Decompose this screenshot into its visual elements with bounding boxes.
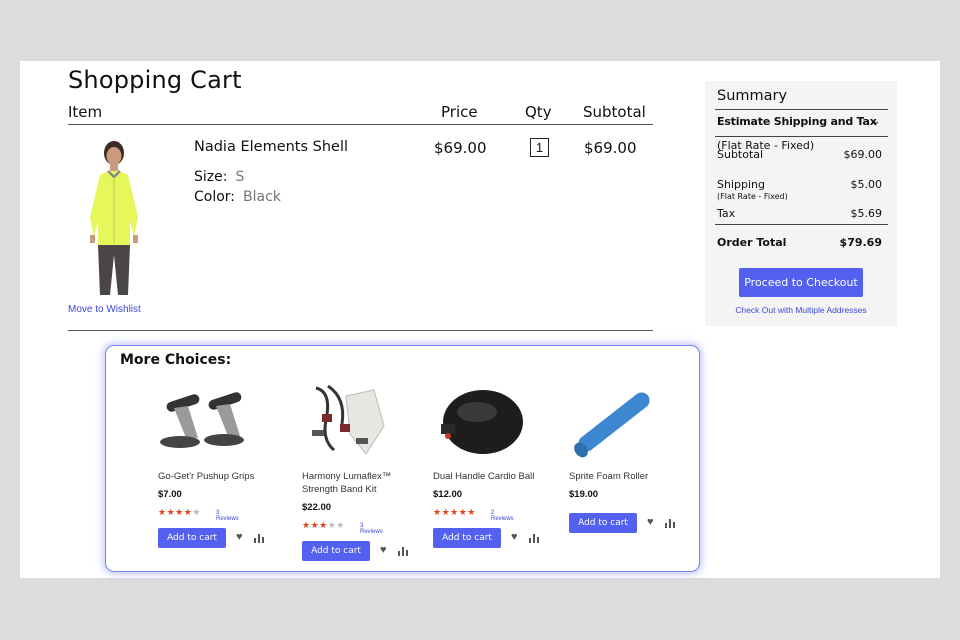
more-choices-panel: More Choices: Go-Get'r Pushup Grips $7.0… bbox=[105, 345, 700, 572]
reviews-link[interactable]: 2 Reviews bbox=[491, 510, 514, 522]
compare-icon[interactable] bbox=[254, 533, 264, 543]
product-image[interactable] bbox=[76, 137, 152, 297]
product-name[interactable]: Nadia Elements Shell bbox=[194, 139, 348, 155]
heart-icon[interactable]: ♥ bbox=[236, 531, 243, 543]
add-to-cart-button[interactable]: Add to cart bbox=[569, 513, 637, 533]
heart-icon[interactable]: ♥ bbox=[511, 531, 518, 543]
product-card-price: $7.00 bbox=[158, 489, 182, 500]
color-label: Color: bbox=[194, 189, 236, 205]
header-item: Item bbox=[68, 103, 103, 121]
tax-value: $5.69 bbox=[850, 207, 883, 220]
cart-divider bbox=[68, 330, 653, 331]
product-card-price: $22.00 bbox=[302, 502, 332, 513]
color-value: Black bbox=[243, 189, 281, 205]
product-card-name[interactable]: Dual Handle Cardio Ball bbox=[433, 470, 553, 483]
shipping-label: Shipping bbox=[717, 178, 765, 191]
estimate-shipping-toggle[interactable]: Estimate Shipping and Tax bbox=[717, 115, 877, 128]
subtotal-value: $69.00 bbox=[843, 148, 883, 161]
product-card-name[interactable]: Harmony Lumaflex™ Strength Band Kit bbox=[302, 470, 422, 496]
product-card-name[interactable]: Sprite Foam Roller bbox=[569, 470, 689, 483]
product-card-price: $19.00 bbox=[569, 489, 599, 500]
shipping-note: (Flat Rate - Fixed) bbox=[717, 192, 788, 201]
summary-divider bbox=[715, 224, 888, 225]
subtotal-label: Subtotal bbox=[717, 148, 764, 161]
shipping-value: $5.00 bbox=[850, 178, 883, 191]
summary-divider bbox=[715, 136, 888, 137]
rating-stars: ★★★★★ bbox=[433, 507, 476, 517]
summary-title: Summary bbox=[717, 88, 788, 104]
more-choices-title: More Choices: bbox=[120, 352, 232, 368]
strength-band-kit-image[interactable] bbox=[302, 380, 402, 458]
header-subtotal: Subtotal bbox=[583, 103, 646, 121]
order-summary: Summary Estimate Shipping and Tax ⌄ (Fla… bbox=[705, 81, 897, 326]
header-price: Price bbox=[441, 103, 478, 121]
heart-icon[interactable]: ♥ bbox=[647, 516, 654, 528]
add-to-cart-button[interactable]: Add to cart bbox=[302, 541, 370, 561]
pushup-grips-image[interactable] bbox=[158, 384, 258, 462]
tax-label: Tax bbox=[717, 207, 736, 220]
add-to-cart-button[interactable]: Add to cart bbox=[158, 528, 226, 548]
summary-subtotal-row: Subtotal $69.00 bbox=[717, 148, 882, 161]
total-label: Order Total bbox=[717, 236, 787, 249]
rating-stars: ★★★★★ bbox=[302, 520, 345, 530]
proceed-to-checkout-button[interactable]: Proceed to Checkout bbox=[739, 268, 863, 297]
foam-roller-image[interactable] bbox=[569, 384, 669, 462]
product-subtotal: $69.00 bbox=[584, 139, 637, 157]
summary-shipping-row: Shipping $5.00 bbox=[717, 178, 882, 191]
product-color: Color: Black bbox=[194, 189, 281, 205]
compare-icon[interactable] bbox=[665, 518, 675, 528]
add-to-cart-button[interactable]: Add to cart bbox=[433, 528, 501, 548]
reviews-link[interactable]: 3 Reviews bbox=[216, 510, 239, 522]
total-value: $79.69 bbox=[839, 236, 882, 249]
qty-input[interactable]: 1 bbox=[530, 138, 549, 157]
chevron-down-icon[interactable]: ⌄ bbox=[872, 116, 880, 127]
size-label: Size: bbox=[194, 169, 228, 185]
heart-icon[interactable]: ♥ bbox=[380, 544, 387, 556]
rating-stars: ★★★★★ bbox=[158, 507, 201, 517]
cart-table-header: Item Price Qty Subtotal bbox=[68, 101, 653, 125]
summary-total-row: Order Total $79.69 bbox=[717, 236, 882, 249]
product-card-name[interactable]: Go-Get'r Pushup Grips bbox=[158, 470, 278, 483]
product-card-price: $12.00 bbox=[433, 489, 463, 500]
multiple-addresses-link[interactable]: Check Out with Multiple Addresses bbox=[705, 305, 897, 315]
compare-icon[interactable] bbox=[398, 546, 408, 556]
cardio-ball-image[interactable] bbox=[433, 384, 533, 462]
header-qty: Qty bbox=[525, 103, 552, 121]
product-price: $69.00 bbox=[434, 139, 487, 157]
compare-icon[interactable] bbox=[529, 533, 539, 543]
page-title: Shopping Cart bbox=[68, 66, 242, 94]
size-value: S bbox=[235, 169, 245, 185]
move-to-wishlist-link[interactable]: Move to Wishlist bbox=[68, 304, 141, 315]
reviews-link[interactable]: 3 Reviews bbox=[360, 523, 383, 535]
page: Shopping Cart Item Price Qty Subtotal Mo… bbox=[20, 61, 940, 578]
summary-tax-row: Tax $5.69 bbox=[717, 207, 882, 220]
summary-divider bbox=[715, 109, 888, 110]
product-size: Size: S bbox=[194, 169, 244, 185]
